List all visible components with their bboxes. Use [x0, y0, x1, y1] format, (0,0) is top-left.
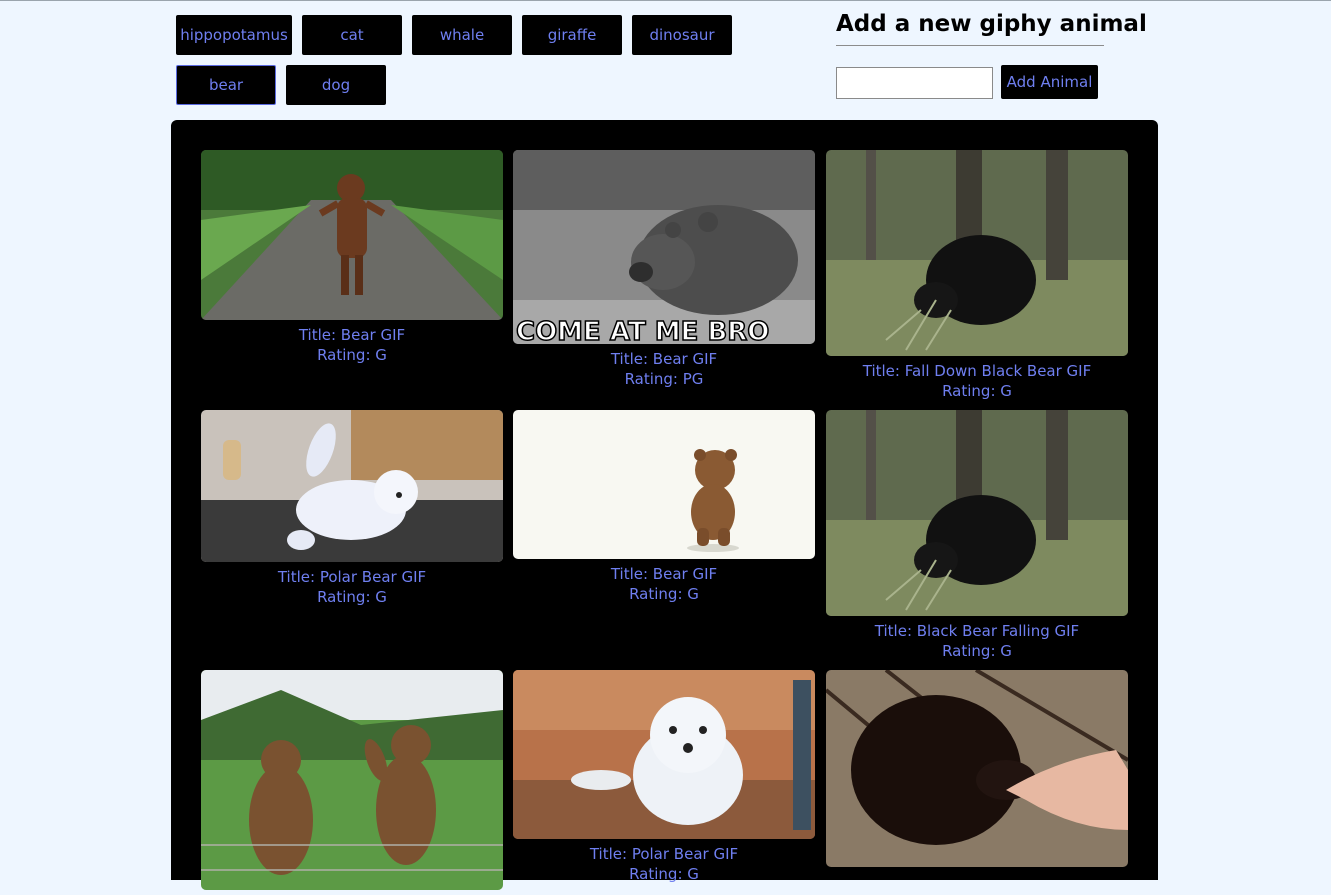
gif-image[interactable]	[826, 410, 1128, 616]
animal-button-bear[interactable]: bear	[176, 65, 276, 105]
gif-image[interactable]	[513, 410, 815, 559]
gif-image[interactable]	[513, 670, 815, 839]
gif-title: Title: Black Bear Falling GIF	[874, 622, 1080, 640]
gif-rating: Rating: G	[317, 346, 387, 364]
gif-image[interactable]	[201, 410, 503, 562]
animal-button-dog[interactable]: dog	[286, 65, 386, 105]
add-animal-button[interactable]: Add Animal	[1001, 65, 1098, 99]
gif-rating: Rating: G	[317, 588, 387, 606]
gif-card	[201, 670, 503, 895]
gif-title: Title: Bear GIF	[610, 350, 718, 368]
gif-card: Title: Polar Bear GIF Rating: G	[201, 410, 503, 607]
gif-image[interactable]: COME AT ME BRO	[513, 150, 815, 344]
animal-button-giraffe[interactable]: giraffe	[522, 15, 622, 55]
gif-image[interactable]	[201, 670, 503, 890]
gif-title: Title: Bear GIF	[298, 326, 406, 344]
gif-title: Title: Bear GIF	[610, 565, 718, 583]
animal-input[interactable]	[836, 67, 993, 99]
form-title: Add a new giphy animal	[836, 11, 1147, 46]
gif-gallery: Title: Bear GIF Rating: G COME AT ME BRO…	[171, 120, 1158, 890]
gif-title: Title: Polar Bear GIF	[589, 845, 739, 863]
animal-button-cat[interactable]: cat	[302, 15, 402, 55]
gif-card: Title: Polar Bear GIF Rating: G	[513, 670, 815, 884]
animal-button-dinosaur[interactable]: dinosaur	[632, 15, 732, 55]
gif-card: Title: Black Bear Falling GIF Rating: G	[826, 410, 1128, 661]
gif-title: Title: Fall Down Black Bear GIF	[862, 362, 1092, 380]
gif-rating: Rating: G	[629, 585, 699, 603]
gif-overlay-text: COME AT ME BRO	[516, 317, 769, 344]
gif-rating: Rating: PG	[624, 370, 704, 388]
gif-image[interactable]	[826, 670, 1128, 867]
animal-button-hippopotamus[interactable]: hippopotamus	[176, 15, 292, 55]
gif-card	[826, 670, 1128, 872]
gif-rating: Rating: G	[629, 865, 699, 883]
animal-button-whale[interactable]: whale	[412, 15, 512, 55]
gif-rating: Rating: G	[942, 642, 1012, 660]
gif-title: Title: Polar Bear GIF	[277, 568, 427, 586]
gif-card: Title: Bear GIF Rating: G	[513, 410, 815, 604]
gif-image[interactable]	[201, 150, 503, 320]
gif-card: COME AT ME BRO Title: Bear GIF Rating: P…	[513, 150, 815, 389]
gif-image[interactable]	[826, 150, 1128, 356]
gif-card: Title: Fall Down Black Bear GIF Rating: …	[826, 150, 1128, 401]
gif-card: Title: Bear GIF Rating: G	[201, 150, 503, 365]
gif-rating: Rating: G	[942, 382, 1012, 400]
